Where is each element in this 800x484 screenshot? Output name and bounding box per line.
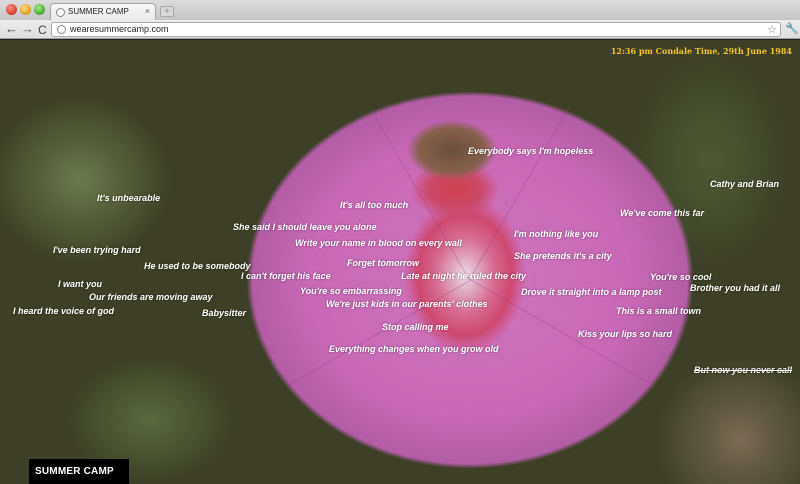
window-close-button[interactable]: [6, 4, 17, 15]
wrench-icon[interactable]: 🔧: [785, 22, 799, 35]
lyric-link[interactable]: He used to be somebody: [144, 261, 251, 271]
lyric-link[interactable]: We've come this far: [620, 208, 704, 218]
window-minimize-button[interactable]: [20, 4, 31, 15]
reload-icon[interactable]: C: [38, 22, 47, 38]
lyric-link[interactable]: Our friends are moving away: [89, 292, 213, 302]
browser-tab[interactable]: SUMMER CAMP ×: [50, 3, 156, 20]
forward-arrow-icon[interactable]: →: [21, 21, 34, 37]
lyric-link[interactable]: Everything changes when you grow old: [329, 344, 499, 354]
condale-time: 12:36 pm Condale Time, 29th June 1984: [610, 46, 792, 56]
lyric-link[interactable]: Brother you had it all: [690, 283, 780, 293]
lyric-link[interactable]: Write your name in blood on every wall: [295, 238, 462, 248]
petal-vein: [369, 106, 470, 281]
tab-close-icon[interactable]: ×: [145, 6, 150, 16]
globe-icon: [56, 8, 65, 17]
lyric-link[interactable]: It's all too much: [340, 200, 408, 210]
lyric-link[interactable]: We're just kids in our parents' clothes: [326, 299, 488, 309]
lyric-link[interactable]: I want you: [58, 279, 102, 289]
lyric-link[interactable]: Everybody says I'm hopeless: [468, 146, 593, 156]
lyric-link[interactable]: You're so embarrassing: [300, 286, 402, 296]
tab-title: SUMMER CAMP: [68, 7, 129, 16]
lyric-link[interactable]: Kiss your lips so hard: [578, 329, 672, 339]
lyric-link[interactable]: Forget tomorrow: [347, 258, 419, 268]
lyric-link[interactable]: Drove it straight into a lamp post: [521, 287, 662, 297]
bookmark-star-icon[interactable]: ☆: [767, 23, 777, 36]
lyric-link[interactable]: This is a small town: [616, 306, 701, 316]
lyric-link[interactable]: I can't forget his face: [241, 271, 331, 281]
summer-camp-logo[interactable]: SUMMER CAMP: [29, 459, 129, 484]
browser-titlebar: SUMMER CAMP × +: [0, 0, 800, 20]
lyric-link[interactable]: I'm nothing like you: [514, 229, 598, 239]
lyric-link[interactable]: Late at night he ruled the city: [401, 271, 526, 281]
lyric-link[interactable]: Stop calling me: [382, 322, 449, 332]
url-text: wearesummercamp.com: [70, 24, 169, 34]
lyric-link[interactable]: Babysitter: [202, 308, 246, 318]
lyric-link[interactable]: She pretends it's a city: [514, 251, 612, 261]
lyric-link[interactable]: Cathy and Brian: [710, 179, 779, 189]
lyric-link[interactable]: I heard the voice of god: [13, 306, 114, 316]
address-bar[interactable]: wearesummercamp.com: [51, 22, 781, 37]
page-icon: [57, 25, 66, 34]
lyric-link-visited[interactable]: But now you never call: [694, 365, 792, 375]
window-maximize-button[interactable]: [34, 4, 45, 15]
new-tab-button[interactable]: +: [160, 6, 174, 17]
lyric-link[interactable]: She said I should leave you alone: [233, 222, 377, 232]
lyric-link[interactable]: I've been trying hard: [53, 245, 141, 255]
lyric-link[interactable]: It's unbearable: [97, 193, 160, 203]
lyric-link[interactable]: You're so cool: [650, 272, 711, 282]
browser-toolbar: ← → C wearesummercamp.com ☆ 🔧: [0, 20, 800, 39]
page-background: 12:36 pm Condale Time, 29th June 1984 Ev…: [0, 40, 800, 484]
back-arrow-icon[interactable]: ←: [5, 21, 18, 37]
